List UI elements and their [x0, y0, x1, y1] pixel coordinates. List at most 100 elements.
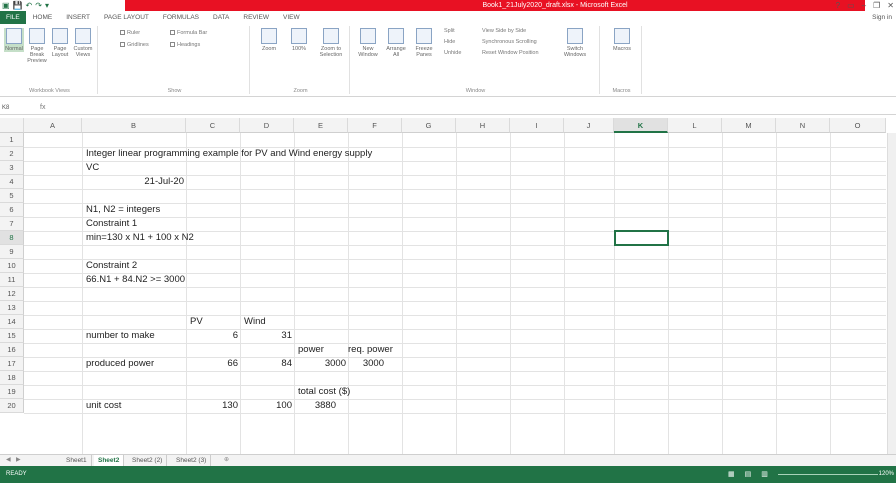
- normal-view-icon[interactable]: ▦: [728, 466, 735, 483]
- column-header[interactable]: F: [348, 118, 402, 133]
- row-header[interactable]: 9: [0, 245, 24, 259]
- row-header[interactable]: 15: [0, 329, 24, 343]
- tab-insert[interactable]: INSERT: [59, 11, 97, 24]
- normal-view-button[interactable]: Normal: [4, 28, 24, 52]
- row-header[interactable]: 16: [0, 343, 24, 357]
- cell-b19[interactable]: unit cost: [86, 399, 121, 413]
- cell-b11[interactable]: 66.N1 + 84.N2 >= 3000: [86, 273, 185, 287]
- row-header-active[interactable]: 8: [0, 231, 24, 245]
- name-box[interactable]: K8: [2, 103, 24, 113]
- column-header[interactable]: M: [722, 118, 776, 133]
- page-break-view-icon[interactable]: ▥: [761, 466, 768, 483]
- hide-button[interactable]: Hide: [444, 39, 455, 45]
- zoom-level[interactable]: 120%: [879, 466, 894, 483]
- minimize-icon[interactable]: –: [862, 0, 866, 11]
- synchronous-scrolling-button[interactable]: Synchronous Scrolling: [482, 39, 537, 45]
- fx-icon[interactable]: fx: [40, 102, 45, 114]
- ribbon-display-icon[interactable]: ▭: [847, 0, 855, 11]
- row-header[interactable]: 2: [0, 147, 24, 161]
- row-header[interactable]: 17: [0, 357, 24, 371]
- headings-checkbox[interactable]: Headings: [170, 42, 200, 48]
- tab-file[interactable]: FILE: [0, 11, 26, 24]
- column-header[interactable]: J: [564, 118, 614, 133]
- row-header[interactable]: 5: [0, 189, 24, 203]
- formula-bar-checkbox[interactable]: Formula Bar: [170, 30, 207, 36]
- cell-b7[interactable]: Constraint 1: [86, 217, 137, 231]
- row-header[interactable]: 11: [0, 273, 24, 287]
- row-header[interactable]: 4: [0, 175, 24, 189]
- macros-button[interactable]: Macros: [608, 28, 636, 52]
- page-layout-view-icon[interactable]: ▤: [745, 466, 752, 483]
- save-icon[interactable]: 💾: [13, 0, 23, 11]
- split-button[interactable]: Split: [444, 28, 455, 34]
- close-icon[interactable]: ✕: [887, 0, 894, 11]
- cell-b4[interactable]: 21-Jul-20: [82, 175, 184, 189]
- row-header[interactable]: 6: [0, 203, 24, 217]
- column-header[interactable]: O: [830, 118, 886, 133]
- row-header[interactable]: 3: [0, 161, 24, 175]
- column-header[interactable]: N: [776, 118, 830, 133]
- row-header[interactable]: 10: [0, 259, 24, 273]
- cell-b10[interactable]: Constraint 2: [86, 259, 137, 273]
- page-break-preview-button[interactable]: Page Break Preview: [26, 28, 48, 64]
- row-header[interactable]: 20: [0, 399, 24, 413]
- column-header[interactable]: H: [456, 118, 510, 133]
- row-header[interactable]: 1: [0, 133, 24, 147]
- row-header[interactable]: 7: [0, 217, 24, 231]
- vertical-scrollbar[interactable]: [887, 133, 896, 454]
- cell-f16[interactable]: 3000: [348, 357, 384, 371]
- column-header-active[interactable]: K: [614, 118, 668, 133]
- ruler-checkbox[interactable]: Ruler: [120, 30, 140, 36]
- page-layout-button[interactable]: Page Layout: [50, 28, 70, 58]
- column-header[interactable]: E: [294, 118, 348, 133]
- sheet-tab-sheet2-2[interactable]: Sheet2 (2): [128, 455, 168, 466]
- cell-c14[interactable]: 6: [186, 329, 238, 343]
- column-header[interactable]: D: [240, 118, 294, 133]
- row-header[interactable]: 14: [0, 315, 24, 329]
- tab-home[interactable]: HOME: [26, 11, 60, 24]
- zoom-slider[interactable]: [778, 474, 878, 475]
- reset-window-position-button[interactable]: Reset Window Position: [482, 50, 539, 56]
- sheet-nav-prev-icon[interactable]: ◀: [6, 455, 11, 466]
- column-header[interactable]: L: [668, 118, 722, 133]
- freeze-panes-button[interactable]: Freeze Panes: [412, 28, 436, 58]
- formula-input[interactable]: [70, 103, 886, 113]
- sign-in-link[interactable]: Sign in: [872, 11, 892, 24]
- cell-b2[interactable]: Integer linear programming example for P…: [86, 147, 372, 161]
- customize-qat-icon[interactable]: ▾: [45, 0, 49, 11]
- cell-b3[interactable]: VC: [86, 161, 99, 175]
- cell-b8[interactable]: min=130 x N1 + 100 x N2: [86, 231, 194, 245]
- cell-b6[interactable]: N1, N2 = integers: [86, 203, 160, 217]
- cell-f15[interactable]: req. power: [348, 343, 393, 357]
- arrange-all-button[interactable]: Arrange All: [384, 28, 408, 58]
- new-sheet-icon[interactable]: ⊕: [224, 455, 229, 466]
- custom-views-button[interactable]: Custom Views: [72, 28, 94, 58]
- help-icon[interactable]: ?: [836, 0, 840, 11]
- gridlines-checkbox[interactable]: Gridlines: [120, 42, 149, 48]
- select-all-corner[interactable]: [0, 118, 24, 133]
- cell-b14[interactable]: number to make: [86, 329, 155, 343]
- column-header[interactable]: C: [186, 118, 240, 133]
- sheet-tab-sheet1[interactable]: Sheet1: [62, 455, 92, 466]
- restore-icon[interactable]: ❐: [873, 0, 880, 11]
- column-header[interactable]: I: [510, 118, 564, 133]
- cell-c19[interactable]: 130: [186, 399, 238, 413]
- cell-c16[interactable]: 66: [186, 357, 238, 371]
- cell-c13[interactable]: PV: [190, 315, 203, 329]
- row-header[interactable]: 12: [0, 287, 24, 301]
- row-header[interactable]: 13: [0, 301, 24, 315]
- tab-view[interactable]: VIEW: [276, 11, 307, 24]
- zoom-button[interactable]: Zoom: [256, 28, 282, 52]
- switch-windows-button[interactable]: Switch Windows: [558, 28, 592, 58]
- undo-icon[interactable]: ↶: [26, 0, 33, 11]
- selected-cell-k8[interactable]: [614, 230, 669, 246]
- cell-d16[interactable]: 84: [240, 357, 292, 371]
- row-header[interactable]: 19: [0, 385, 24, 399]
- sheet-tab-sheet2-3[interactable]: Sheet2 (3): [172, 455, 212, 466]
- sheet-nav-next-icon[interactable]: ▶: [16, 455, 21, 466]
- unhide-button[interactable]: Unhide: [444, 50, 461, 56]
- redo-icon[interactable]: ↷: [35, 0, 42, 11]
- tab-review[interactable]: REVIEW: [236, 11, 276, 24]
- cell-e18[interactable]: total cost ($): [298, 385, 350, 399]
- worksheet-grid[interactable]: A B C D E F G H I J K L M N O 1 2 3 4 5 …: [0, 118, 896, 454]
